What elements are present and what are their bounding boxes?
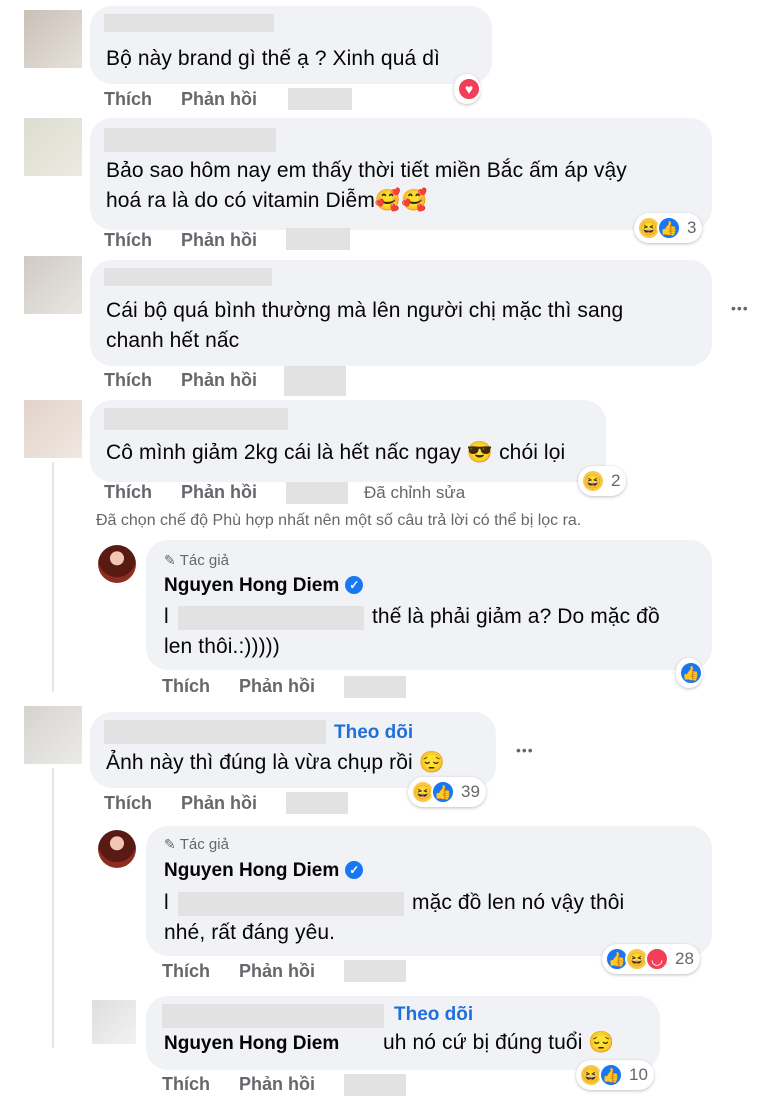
redacted-name	[104, 720, 326, 744]
redacted-timestamp	[344, 676, 406, 698]
redacted-timestamp	[286, 792, 348, 814]
redacted-mention	[178, 892, 404, 916]
redacted-name	[104, 14, 274, 32]
like-icon: 👍	[599, 1063, 623, 1087]
author-badge-label: Tác giả	[179, 552, 229, 569]
reply-text-line-2: nhé, rất đáng yêu.	[164, 921, 336, 944]
thread-line	[52, 768, 54, 1048]
redacted-name	[104, 268, 272, 286]
reaction-count: 28	[675, 949, 694, 968]
comment-text-line-1: Bảo sao hôm nay em thấy thời tiết miền B…	[106, 159, 627, 182]
author-name[interactable]: Nguyen Hong Diem ✓	[164, 575, 364, 597]
redacted-timestamp	[288, 88, 352, 110]
redacted-timestamp	[286, 482, 348, 504]
avatar[interactable]	[24, 400, 82, 458]
comment-text: Bộ này brand gì thế ạ ? Xinh quá dì	[106, 47, 440, 70]
pen-icon: ✎	[164, 552, 176, 568]
more-options-icon[interactable]: •••	[516, 742, 534, 758]
verified-icon: ✓	[345, 576, 364, 594]
love-icon: ♥	[457, 77, 481, 101]
reply-button[interactable]: Phản hồi	[181, 370, 257, 391]
pen-icon: ✎	[164, 836, 176, 852]
like-button[interactable]: Thích	[162, 676, 210, 697]
comment-text-line-2: chanh hết nấc	[106, 329, 240, 352]
author-badge: ✎ Tác giả	[164, 552, 229, 569]
reply-button[interactable]: Phản hồi	[181, 89, 257, 110]
author-name-text: Nguyen Hong Diem	[164, 575, 340, 596]
more-options-icon[interactable]: •••	[731, 300, 749, 316]
reply-text-prefix: l	[164, 605, 169, 628]
reply-text-prefix: l	[164, 891, 169, 914]
avatar[interactable]	[24, 706, 82, 764]
author-badge: ✎ Tác giả	[164, 836, 229, 853]
reaction-summary[interactable]: 👍	[676, 658, 703, 688]
like-button[interactable]: Thích	[162, 961, 210, 982]
reply-button[interactable]: Phản hồi	[181, 230, 257, 251]
author-badge-label: Tác giả	[179, 836, 229, 853]
reaction-summary[interactable]: 😆 👍 10	[576, 1060, 654, 1090]
thread-line	[52, 462, 54, 692]
reaction-count: 2	[611, 471, 621, 490]
author-avatar[interactable]	[98, 830, 136, 868]
reaction-summary[interactable]: 😆 👍 39	[408, 777, 486, 807]
reaction-summary[interactable]: 👍 😆 ◡ 28	[602, 944, 700, 974]
reaction-count: 10	[629, 1065, 648, 1084]
haha-icon: 😆	[581, 469, 605, 493]
reply-button[interactable]: Phản hồi	[239, 1074, 315, 1095]
verified-icon: ✓	[345, 861, 364, 879]
redacted-mention	[178, 606, 364, 630]
reply-button[interactable]: Phản hồi	[239, 961, 315, 982]
reply-text-line-1: mặc đồ len nó vậy thôi	[412, 891, 625, 914]
like-button[interactable]: Thích	[104, 89, 152, 110]
reply-text-line-1: thế là phải giảm a? Do mặc đồ	[372, 605, 660, 628]
like-button[interactable]: Thích	[104, 230, 152, 251]
comment-text: Cô mình giảm 2kg cái là hết nấc ngay 😎 c…	[106, 441, 566, 464]
filter-notice: Đã chọn chế độ Phù hợp nhất nên một số c…	[96, 512, 582, 529]
like-icon: 👍	[657, 216, 681, 240]
avatar[interactable]	[24, 256, 82, 314]
redacted-name	[104, 128, 276, 152]
avatar[interactable]	[24, 10, 82, 68]
avatar[interactable]	[24, 118, 82, 176]
author-name[interactable]: Nguyen Hong Diem ✓	[164, 860, 364, 882]
author-name[interactable]: Nguyen Hong Diem	[164, 1033, 339, 1055]
author-avatar[interactable]	[98, 545, 136, 583]
reply-button[interactable]: Phản hồi	[239, 676, 315, 697]
comment-text-line-2: hoá ra là do có vitamin Diễm🥰🥰	[106, 189, 428, 212]
like-icon: 👍	[431, 780, 455, 804]
reply-button[interactable]: Phản hồi	[181, 482, 257, 503]
redacted-timestamp	[344, 960, 406, 982]
reply-button[interactable]: Phản hồi	[181, 793, 257, 814]
reaction-summary[interactable]: 😆 👍 3	[634, 213, 703, 243]
reaction-summary[interactable]: 😆 2	[578, 466, 627, 496]
reaction-summary[interactable]: ♥	[454, 74, 481, 104]
reply-text-line-2: len thôi.:)))))	[164, 635, 280, 658]
reaction-count: 3	[687, 218, 697, 237]
redacted-timestamp	[344, 1074, 406, 1096]
reaction-count: 39	[461, 782, 480, 801]
redacted-timestamp	[284, 366, 346, 396]
reply-text: uh nó cứ bị đúng tuổi 😔	[383, 1031, 615, 1054]
redacted-timestamp	[286, 228, 350, 250]
follow-button[interactable]: Theo dõi	[394, 1004, 473, 1026]
avatar[interactable]	[92, 1000, 136, 1044]
redacted-name	[104, 408, 288, 430]
comment-text: Ảnh này thì đúng là vừa chụp rồi 😔	[106, 751, 445, 774]
like-button[interactable]: Thích	[162, 1074, 210, 1095]
sad-icon: ◡	[645, 947, 669, 971]
redacted-name	[162, 1004, 384, 1028]
like-button[interactable]: Thích	[104, 482, 152, 503]
like-button[interactable]: Thích	[104, 793, 152, 814]
like-button[interactable]: Thích	[104, 370, 152, 391]
edited-label: Đã chỉnh sửa	[364, 483, 466, 502]
follow-button[interactable]: Theo dõi	[334, 722, 413, 744]
like-icon: 👍	[679, 661, 703, 685]
author-name-text: Nguyen Hong Diem	[164, 860, 340, 881]
comment-text-line-1: Cái bộ quá bình thường mà lên người chị …	[106, 299, 624, 322]
